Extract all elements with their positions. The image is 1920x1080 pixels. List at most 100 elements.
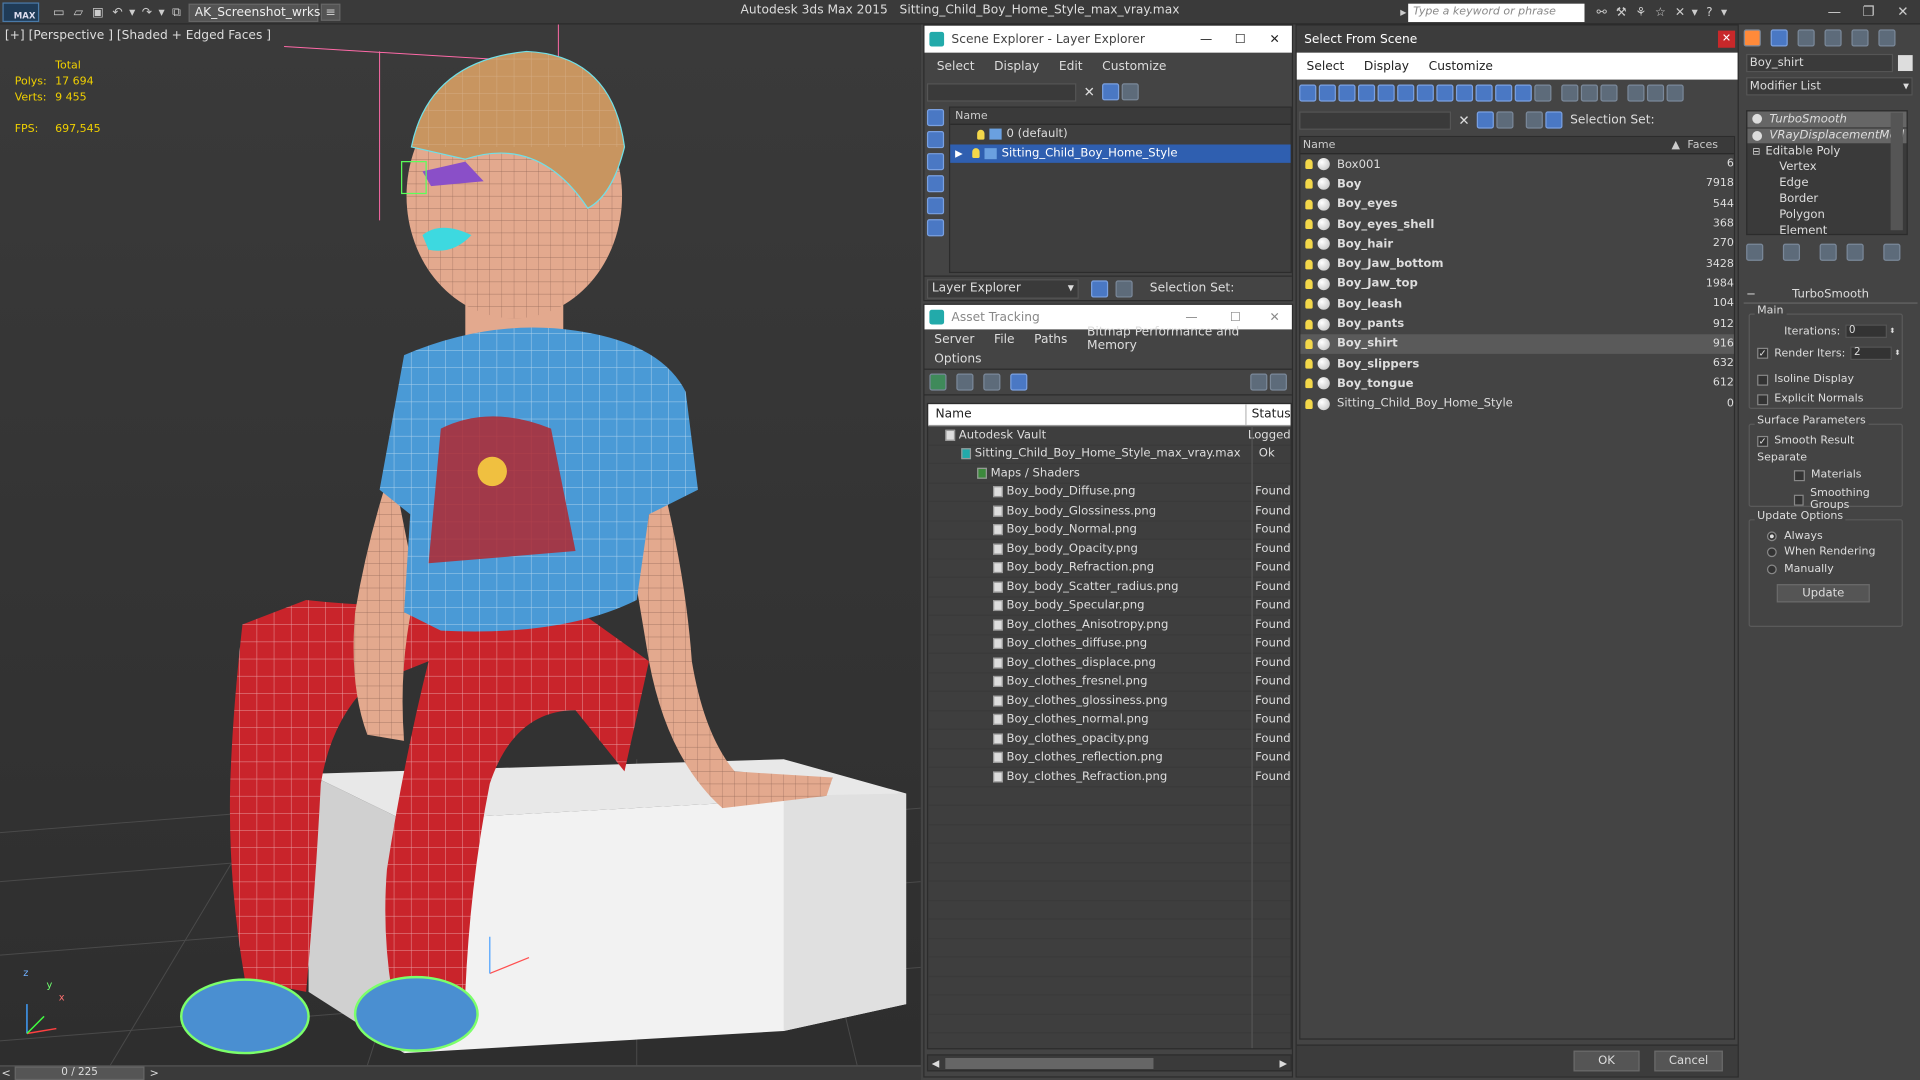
motion-tab-icon[interactable] [1824,29,1842,47]
close-window-icon[interactable]: ✕ [1886,4,1920,20]
asset-row[interactable]: Boy_body_Opacity.png Found [928,540,1291,559]
filter-funnel-icon[interactable] [1627,84,1645,102]
layer-visibility-icon[interactable] [977,129,985,140]
save-icon[interactable]: ▣ [88,4,108,21]
object-row[interactable]: Boy 7918 [1300,174,1734,194]
layer-add-icon[interactable] [1121,83,1140,101]
menu-select[interactable]: Select [1297,59,1354,72]
materials-checkbox[interactable] [1793,469,1805,481]
visibility-bulb-icon[interactable] [1305,239,1313,249]
hierarchy-tab-icon[interactable] [1797,29,1815,47]
filter-xrefs-icon[interactable] [1436,84,1454,102]
list-view-icon[interactable] [956,373,974,391]
display-spacewarps-icon[interactable] [926,219,945,237]
ok-button[interactable]: OK [1573,1050,1640,1072]
binoculars-icon[interactable]: ⚯ [1592,4,1612,21]
object-name-header[interactable]: Name ▲ [1300,139,1684,151]
layer-icon[interactable] [1525,111,1544,129]
select-children-icon[interactable] [1496,111,1514,129]
visibility-bulb-icon[interactable] [1305,259,1313,269]
visibility-bulb-icon[interactable] [1305,159,1313,170]
stack-scrollbar[interactable] [1890,112,1903,231]
iterations-spinner[interactable]: 0 [1845,324,1887,338]
visibility-bulb-icon[interactable] [1305,398,1313,409]
search-input[interactable]: Type a keyword or phrase [1408,3,1585,22]
select-find-input[interactable] [1299,110,1452,130]
configure-sets-icon[interactable] [1883,243,1901,261]
visibility-bulb-icon[interactable] [1305,279,1313,289]
settings-icon[interactable] [1269,373,1287,391]
show-end-result-icon[interactable] [1782,243,1801,261]
layer-visibility-icon[interactable] [972,148,980,159]
menu-options[interactable]: Options [924,352,991,365]
close-icon[interactable]: ✕ [1717,30,1736,48]
new-file-icon[interactable]: ▭ [49,4,69,21]
utilities-tab-icon[interactable] [1878,29,1896,47]
menu-paths[interactable]: Paths [1024,332,1077,345]
object-row[interactable]: Box001 6 [1300,154,1734,174]
object-row[interactable]: Boy_Jaw_bottom 3428 [1300,254,1734,274]
asset-status-header[interactable]: Status [1247,408,1291,421]
asset-name-header[interactable]: Name [928,404,1247,425]
create-tab-icon[interactable] [1743,29,1761,47]
object-row[interactable]: Boy_Jaw_top 1984 [1300,274,1734,294]
asset-row[interactable]: Boy_clothes_glossiness.png Found [928,692,1291,711]
filter-hidden-icon[interactable] [1514,84,1532,102]
menu-customize[interactable]: Customize [1419,59,1503,72]
filter-containers-icon[interactable] [1475,84,1493,102]
explicit-normals-checkbox[interactable] [1757,393,1769,405]
display-lights-icon[interactable] [926,153,945,171]
filter-geometry-icon[interactable] [1299,84,1317,102]
scroll-right-icon[interactable]: ▶ [1276,1057,1291,1068]
display-all-icon[interactable] [1534,84,1552,102]
layer-row-sitting-child[interactable]: ▶ Sitting_Child_Boy_Home_Style [950,143,1291,163]
app-logo[interactable]: MAX [2,2,40,23]
redo-icon[interactable]: ↷ [137,4,157,21]
time-prev-icon[interactable]: < [0,1067,12,1079]
isoline-display-checkbox[interactable] [1757,374,1769,386]
spinner-arrows-icon[interactable]: ⬍ [1889,327,1895,336]
object-row[interactable]: Boy_slippers 632 [1300,354,1734,374]
perspective-viewport[interactable]: [+] [Perspective ] [Shaded + Edged Faces… [0,24,921,1066]
menu-select[interactable]: Select [927,59,984,72]
always-radio[interactable] [1766,531,1777,542]
time-next-icon[interactable]: > [147,1067,162,1079]
minimize-icon[interactable]: — [1169,310,1213,323]
asset-row[interactable]: Boy_clothes_fresnel.png Found [928,673,1291,692]
clear-find-icon[interactable]: ✕ [1458,112,1469,128]
expand-arrow-icon[interactable]: ▶ [955,148,967,159]
smooth-result-checkbox[interactable]: ✓ [1757,435,1769,447]
filter-lights-icon[interactable] [1338,84,1356,102]
layer-row-default[interactable]: 0 (default) [950,125,1290,144]
filter-frozen-icon[interactable] [1495,84,1513,102]
select-from-scene-titlebar[interactable]: Select From Scene ✕ [1296,25,1738,53]
asset-row[interactable]: Maps / Shaders [928,464,1291,484]
search-expand-icon[interactable]: ▸ [1398,4,1408,21]
display-children-icon[interactable] [1600,84,1618,102]
maximize-icon[interactable]: ☐ [1213,310,1257,323]
help-dropdown-icon[interactable]: ▾ [1690,4,1700,21]
stack-vraydisplacement[interactable]: VRayDisplacementMod [1747,127,1907,144]
asset-hscrollbar[interactable]: ◀ ▶ [926,1054,1292,1072]
thumbnail-view-icon[interactable] [983,373,1001,391]
asset-row[interactable]: Boy_body_Normal.png Found [928,521,1291,541]
visibility-bulb-icon[interactable] [1305,358,1313,369]
stack-turbosmooth[interactable]: TurboSmooth [1747,111,1907,127]
maximize-icon[interactable]: ☐ [1223,32,1257,45]
display-tab-icon[interactable] [1851,29,1869,47]
close-icon[interactable]: ✕ [1258,32,1292,45]
filter-shapes-icon[interactable] [1318,84,1336,102]
layer-name-header[interactable]: Name [950,107,1291,125]
undo-icon[interactable]: ↶ [108,4,128,21]
help-icon[interactable]: ? [1700,4,1720,21]
project-folder-icon[interactable]: ⧉ [167,4,187,21]
cancel-button[interactable]: Cancel [1654,1050,1723,1072]
object-row[interactable]: Boy_shirt 916 [1300,333,1734,354]
hierarchy-icon[interactable] [1545,111,1563,129]
object-name-field[interactable]: Boy_shirt [1746,53,1894,72]
display-none-icon[interactable] [1561,84,1579,102]
object-row[interactable]: Boy_leash 104 [1300,294,1734,314]
table-view-icon[interactable] [1010,373,1028,391]
filter-icon[interactable] [1102,83,1120,101]
help-menu-icon[interactable]: ▾ [1719,4,1729,21]
